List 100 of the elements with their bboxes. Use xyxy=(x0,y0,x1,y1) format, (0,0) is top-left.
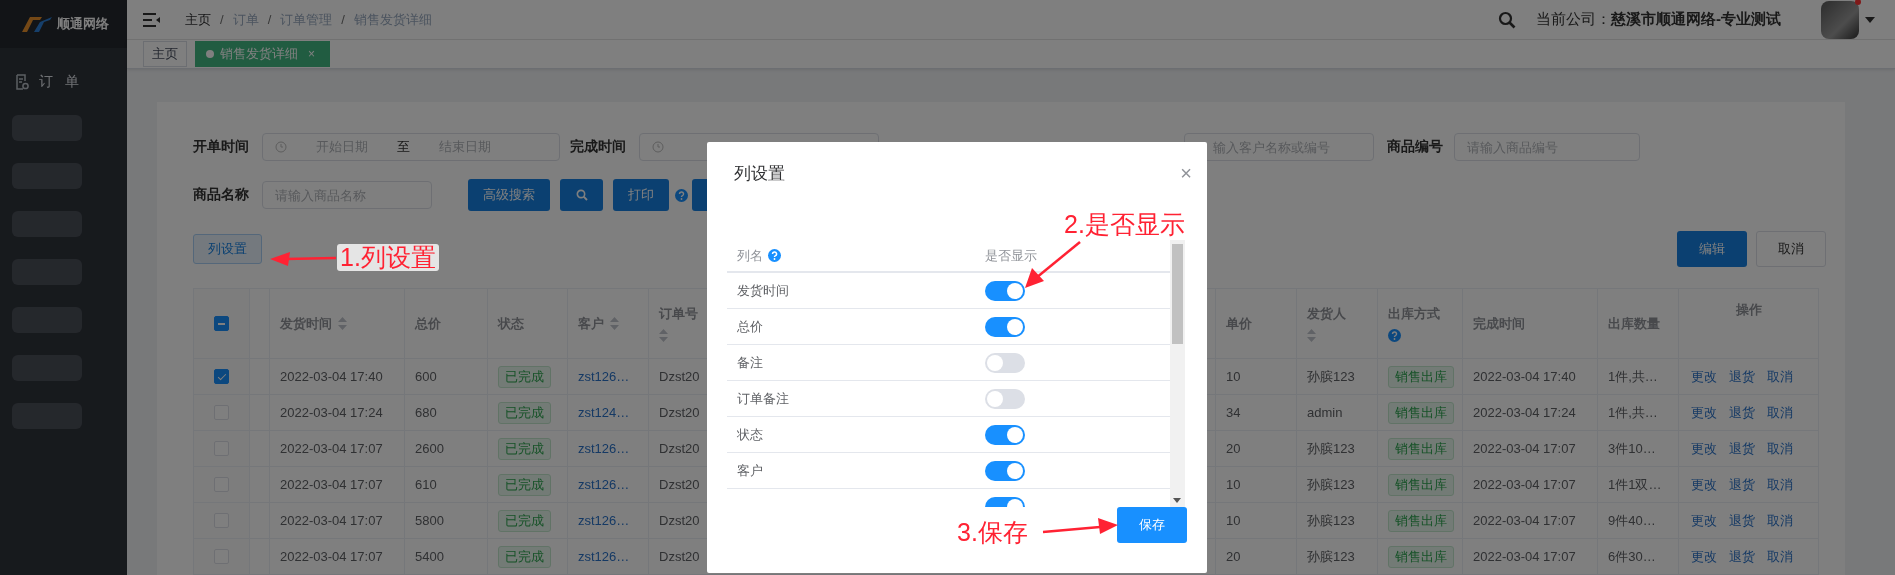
table-cell: 9件40… xyxy=(1608,511,1656,530)
edit-button[interactable]: 编辑 xyxy=(1677,231,1747,267)
table-cell: 2022-03-04 17:07 xyxy=(1473,441,1576,456)
action-link[interactable]: 更改 xyxy=(1691,403,1717,422)
visibility-toggle[interactable] xyxy=(985,316,1025,337)
breadcrumb-separator: / xyxy=(267,12,272,28)
column-name: 状态 xyxy=(737,425,763,444)
row-checkbox[interactable] xyxy=(214,369,229,384)
breadcrumb-separator: / xyxy=(220,12,224,28)
action-link[interactable]: 取消 xyxy=(1767,547,1793,566)
action-link[interactable]: 退货 xyxy=(1729,403,1755,422)
column-settings-button[interactable]: 列设置 xyxy=(193,234,262,264)
action-link[interactable]: 退货 xyxy=(1729,511,1755,530)
help-icon[interactable] xyxy=(768,249,781,262)
clock-icon xyxy=(275,141,287,153)
method-tag: 销售出库 xyxy=(1388,401,1454,424)
close-button[interactable]: × xyxy=(1180,161,1192,185)
visibility-toggle[interactable] xyxy=(985,388,1025,409)
visibility-toggle[interactable] xyxy=(985,352,1025,373)
help-icon[interactable] xyxy=(1388,329,1401,342)
customer-link[interactable]: zst124… xyxy=(578,405,630,420)
cancel-button[interactable]: 取消 xyxy=(1756,231,1826,267)
action-link[interactable]: 更改 xyxy=(1691,511,1717,530)
scrollbar[interactable] xyxy=(1170,240,1185,507)
customer-link[interactable]: zst126… xyxy=(578,477,630,492)
advanced-search-button[interactable]: 高级搜索 xyxy=(468,179,550,211)
clock-icon xyxy=(652,141,664,153)
visibility-toggle[interactable] xyxy=(985,280,1025,301)
table-cell: 6件30… xyxy=(1608,547,1656,566)
action-link[interactable]: 取消 xyxy=(1767,403,1793,422)
visibility-toggle[interactable] xyxy=(985,424,1025,445)
table-cell: 3件10… xyxy=(1608,439,1656,458)
avatar[interactable] xyxy=(1821,0,1859,39)
column-name: 客户 xyxy=(737,461,763,480)
field-label: 商品名称 xyxy=(193,186,250,204)
action-link[interactable]: 取消 xyxy=(1767,367,1793,386)
action-link[interactable]: 更改 xyxy=(1691,367,1717,386)
field-label: 完成时间 xyxy=(570,138,627,156)
company-name: 慈溪市顺通网络-专业测试 xyxy=(1611,10,1781,30)
search-icon[interactable] xyxy=(1498,10,1516,29)
sort-icon[interactable] xyxy=(659,329,668,342)
method-tag: 销售出库 xyxy=(1388,545,1454,568)
table-cell: 2022-03-04 17:07 xyxy=(280,513,383,528)
sort-icon[interactable] xyxy=(610,317,619,330)
action-link[interactable]: 更改 xyxy=(1691,475,1717,494)
table-cell: 2022-03-04 17:07 xyxy=(1473,549,1576,564)
action-link[interactable]: 退货 xyxy=(1729,439,1755,458)
page-tab[interactable]: 销售发货详细 × xyxy=(195,41,330,68)
status-tag: 已完成 xyxy=(498,437,551,460)
status-tag: 已完成 xyxy=(498,401,551,424)
table-cell: 5800 xyxy=(415,513,444,528)
annotation-arrow xyxy=(270,252,337,266)
page-tab[interactable]: 主页 xyxy=(143,41,187,68)
customer-link[interactable]: zst126… xyxy=(578,513,630,528)
caret-icon[interactable] xyxy=(1865,16,1875,23)
table-cell: 2022-03-04 17:24 xyxy=(280,405,383,420)
table-cell: 孙膑123 xyxy=(1307,511,1355,530)
menu-icon[interactable] xyxy=(143,12,161,27)
table-cell: 10 xyxy=(1226,477,1241,492)
table-cell: 10 xyxy=(1226,513,1241,528)
table-cell: 孙膑123 xyxy=(1307,367,1355,386)
annotation-arrow xyxy=(1025,241,1081,288)
table-cell: 610 xyxy=(415,477,437,492)
table-cell: Dzst20 xyxy=(659,549,700,564)
table-cell: 1件1双… xyxy=(1608,475,1662,494)
visibility-toggle[interactable] xyxy=(985,460,1025,481)
customer-link[interactable]: zst126… xyxy=(578,369,630,384)
action-link[interactable]: 退货 xyxy=(1729,475,1755,494)
scroll-down-icon[interactable] xyxy=(1173,498,1181,503)
breadcrumb-separator: / xyxy=(341,12,345,28)
sort-icon[interactable] xyxy=(1307,329,1316,342)
table-cell: 20 xyxy=(1226,441,1241,456)
save-button[interactable]: 保存 xyxy=(1117,507,1187,543)
action-link[interactable]: 取消 xyxy=(1767,475,1793,494)
logo-text: 顺通网络 xyxy=(57,15,109,33)
print-button[interactable]: 打印 xyxy=(613,179,669,211)
customer-link[interactable]: zst126… xyxy=(578,549,630,564)
breadcrumb-link[interactable]: 主页 xyxy=(185,10,211,29)
search-button[interactable] xyxy=(560,179,603,211)
action-link[interactable]: 取消 xyxy=(1767,439,1793,458)
sidebar-item[interactable]: 订 单 xyxy=(0,60,127,104)
action-link[interactable]: 退货 xyxy=(1729,367,1755,386)
method-tag: 销售出库 xyxy=(1388,509,1454,532)
action-link[interactable]: 更改 xyxy=(1691,439,1717,458)
column-name: 备注 xyxy=(737,353,763,372)
table-cell: 20 xyxy=(1226,549,1241,564)
select-all-checkbox[interactable] xyxy=(214,316,229,331)
search-icon xyxy=(575,189,588,201)
action-link[interactable]: 更改 xyxy=(1691,547,1717,566)
table-cell: 10 xyxy=(1226,369,1241,384)
sort-icon[interactable] xyxy=(338,317,347,330)
status-tag: 已完成 xyxy=(498,545,551,568)
table-cell: 1件,共… xyxy=(1608,403,1658,422)
column-name: 订单备注 xyxy=(737,389,789,408)
help-icon[interactable] xyxy=(675,188,688,202)
annotation-text: 2.是否显示 xyxy=(1064,212,1185,237)
table-cell: 5400 xyxy=(415,549,444,564)
customer-link[interactable]: zst126… xyxy=(578,441,630,456)
action-link[interactable]: 退货 xyxy=(1729,547,1755,566)
action-link[interactable]: 取消 xyxy=(1767,511,1793,530)
